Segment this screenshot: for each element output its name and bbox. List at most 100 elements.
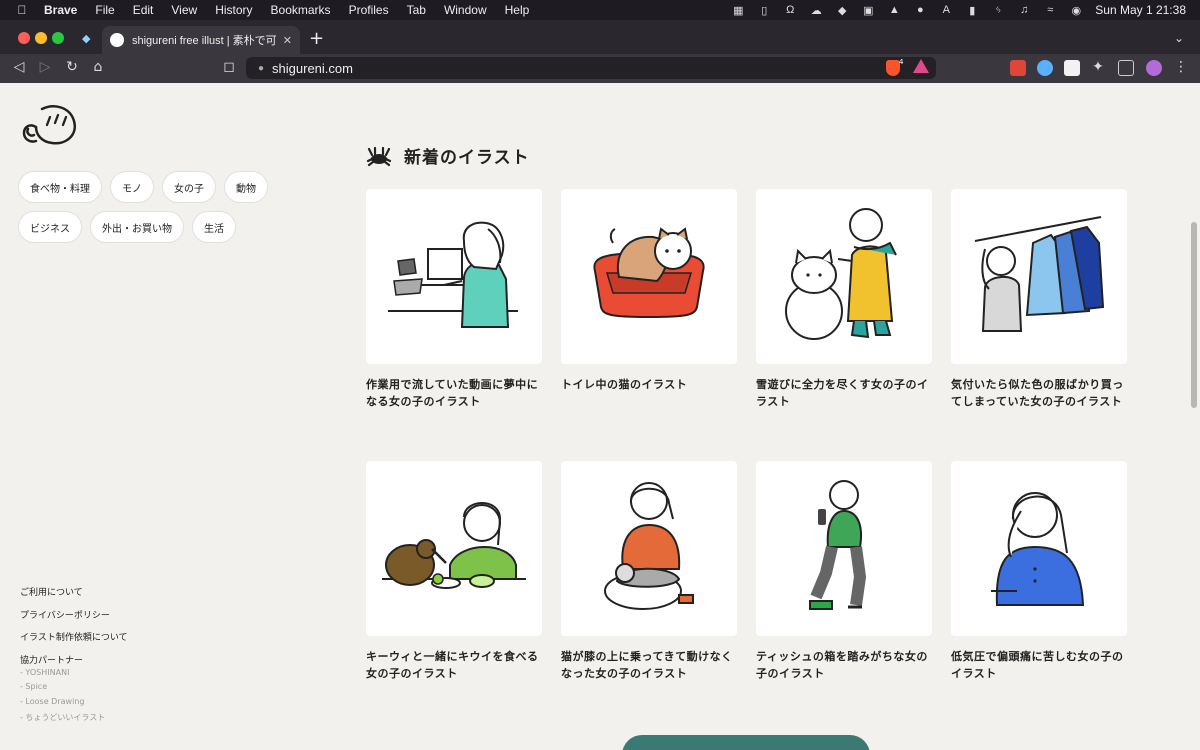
macos-menubar:  Brave File Edit View History Bookmarks… <box>0 0 1200 20</box>
menu-tab[interactable]: Tab <box>407 3 426 17</box>
category-food[interactable]: 食べ物・料理 <box>18 171 102 203</box>
link-privacy[interactable]: プライバシーポリシー <box>20 608 128 631</box>
cloud-icon[interactable]: ☁ <box>809 4 823 17</box>
volume-icon[interactable]: ♫ <box>1017 4 1031 16</box>
wifi-icon[interactable]: ≈ <box>1043 4 1057 16</box>
brave-rewards-icon[interactable] <box>913 59 929 73</box>
illust-thumbnail[interactable] <box>756 189 932 364</box>
partner-link[interactable]: - YOSHINANI <box>20 668 128 683</box>
category-animals[interactable]: 動物 <box>224 171 268 203</box>
dropbox-icon[interactable]: ◆ <box>835 4 849 17</box>
illust-title[interactable]: 猫が膝の上に乗ってきて動けなくなった女の子のイラスト <box>561 648 737 682</box>
forward-icon[interactable]: ▷ <box>36 59 54 75</box>
monitor-icon[interactable]: ▣ <box>861 4 875 17</box>
section-title: 新着のイラスト <box>404 148 530 168</box>
illust-thumbnail[interactable] <box>366 461 542 636</box>
input-method-icon[interactable]: A <box>939 4 953 16</box>
scrollbar[interactable] <box>1188 83 1200 750</box>
illust-title[interactable]: トイレ中の猫のイラスト <box>561 376 737 393</box>
menu-profiles[interactable]: Profiles <box>349 3 389 17</box>
girl-snowcat-illustration <box>785 208 897 340</box>
menu-view[interactable]: View <box>171 3 197 17</box>
site-logo-icon[interactable] <box>20 103 78 147</box>
menu-help[interactable]: Help <box>505 3 530 17</box>
girl-laptop-illustration <box>388 221 518 328</box>
illust-card[interactable]: トイレ中の猫のイラスト <box>561 189 737 393</box>
wallet-icon[interactable] <box>1118 60 1134 76</box>
illust-thumbnail[interactable] <box>561 461 737 636</box>
illust-title[interactable]: ティッシュの箱を踏みがちな女の子のイラスト <box>756 648 932 682</box>
illust-card[interactable]: キーウィと一緒にキウイを食べる女の子のイラスト <box>366 461 542 682</box>
menu-edit[interactable]: Edit <box>133 3 154 17</box>
extensions-puzzle-icon[interactable]: ✦ <box>1089 59 1107 75</box>
link-terms[interactable]: ご利用について <box>20 585 128 608</box>
category-business[interactable]: ビジネス <box>18 211 82 243</box>
illust-card[interactable]: 猫が膝の上に乗ってきて動けなくなった女の子のイラスト <box>561 461 737 682</box>
partner-list: - YOSHINANI - Spice - Loose Drawing - ちょ… <box>20 668 128 727</box>
tab-title: shigureni free illust | 素朴で可愛い <box>132 35 277 47</box>
tab-close-icon[interactable]: ✕ <box>283 34 292 47</box>
back-icon[interactable]: ◁ <box>10 59 28 75</box>
hat-icon[interactable]: ▲ <box>887 4 901 16</box>
girl-clothes-illustration <box>974 216 1105 332</box>
more-illustrations-button[interactable] <box>622 735 870 750</box>
illust-title[interactable]: 気付いたら似た色の服ばかり買ってしまっていた女の子のイラスト <box>951 376 1127 410</box>
bookmark-icon[interactable]: ◻ <box>220 59 238 75</box>
category-girl[interactable]: 女の子 <box>162 171 216 203</box>
illust-card[interactable]: 低気圧で偏頭痛に苦しむ女の子のイラスト <box>951 461 1127 682</box>
illust-title[interactable]: 作業用で流していた動画に夢中になる女の子のイラスト <box>366 376 542 410</box>
line-icon[interactable]: ● <box>913 4 927 16</box>
illust-thumbnail[interactable] <box>951 189 1127 364</box>
illust-thumbnail[interactable] <box>366 189 542 364</box>
category-things[interactable]: モノ <box>110 171 154 203</box>
section-heading: 新着のイラスト <box>366 143 530 168</box>
partner-link[interactable]: - Loose Drawing <box>20 697 128 712</box>
link-commission[interactable]: イラスト制作依頼について <box>20 630 128 653</box>
home-icon[interactable]: ⌂ <box>89 59 107 75</box>
category-life[interactable]: 生活 <box>192 211 236 243</box>
extension-red-icon[interactable] <box>1010 60 1026 76</box>
apple-icon[interactable]:  <box>14 3 30 17</box>
category-outing-shopping[interactable]: 外出・お買い物 <box>90 211 184 243</box>
new-tab-button[interactable]: + <box>309 28 324 49</box>
grid-app-icon[interactable]: ▦ <box>731 4 745 17</box>
menu-app[interactable]: Brave <box>44 3 77 17</box>
profile-avatar[interactable] <box>1146 60 1162 76</box>
illust-title[interactable]: 雪遊びに全力を尽くす女の子のイラスト <box>756 376 932 410</box>
illust-title[interactable]: キーウィと一緒にキウイを食べる女の子のイラスト <box>366 648 542 682</box>
zoom-window-button[interactable] <box>52 32 64 44</box>
menu-window[interactable]: Window <box>444 3 487 17</box>
address-bar[interactable]: ● shigureni.com <box>246 57 936 79</box>
close-window-button[interactable] <box>18 32 30 44</box>
illust-thumbnail[interactable] <box>756 461 932 636</box>
bluetooth-icon[interactable]: ᛃ <box>991 4 1005 16</box>
menubar-clock[interactable]: Sun May 1 21:38 <box>1095 3 1186 17</box>
brave-shield-icon[interactable] <box>886 60 900 76</box>
extension-x-icon[interactable] <box>1064 60 1080 76</box>
illust-thumbnail[interactable] <box>561 189 737 364</box>
illust-card[interactable]: 気付いたら似た色の服ばかり買ってしまっていた女の子のイラスト <box>951 189 1127 410</box>
pill-icon[interactable]: ▯ <box>757 4 771 17</box>
more-menu-icon[interactable]: ⋮ <box>1172 59 1190 75</box>
reload-icon[interactable]: ↻ <box>63 59 81 75</box>
illust-card[interactable]: 作業用で流していた動画に夢中になる女の子のイラスト <box>366 189 542 410</box>
illust-thumbnail[interactable] <box>951 461 1127 636</box>
menu-file[interactable]: File <box>95 3 114 17</box>
illust-card[interactable]: ティッシュの箱を踏みがちな女の子のイラスト <box>756 461 932 682</box>
minimize-window-button[interactable] <box>35 32 47 44</box>
headphones-icon[interactable]: Ω <box>783 4 797 16</box>
active-tab[interactable]: shigureni free illust | 素朴で可愛い ✕ <box>102 26 300 54</box>
control-center-icon[interactable]: ◉ <box>1069 4 1083 17</box>
extension-gem-icon[interactable] <box>1037 60 1053 76</box>
illust-title[interactable]: 低気圧で偏頭痛に苦しむ女の子のイラスト <box>951 648 1127 682</box>
illust-card[interactable]: 雪遊びに全力を尽くす女の子のイラスト <box>756 189 932 410</box>
menu-bookmarks[interactable]: Bookmarks <box>271 3 331 17</box>
sidebar-footer: ご利用について プライバシーポリシー イラスト制作依頼について 協力パートナー … <box>20 585 128 727</box>
partner-link[interactable]: - Spice <box>20 682 128 697</box>
pinned-tab-icon[interactable]: ◆ <box>82 32 90 45</box>
menu-history[interactable]: History <box>215 3 252 17</box>
tab-search-chevron-icon[interactable]: ⌄ <box>1174 31 1184 45</box>
battery-icon[interactable]: ▮ <box>965 4 979 17</box>
partner-link[interactable]: - ちょうどいいイラスト <box>20 712 128 727</box>
scrollbar-thumb[interactable] <box>1191 222 1197 408</box>
